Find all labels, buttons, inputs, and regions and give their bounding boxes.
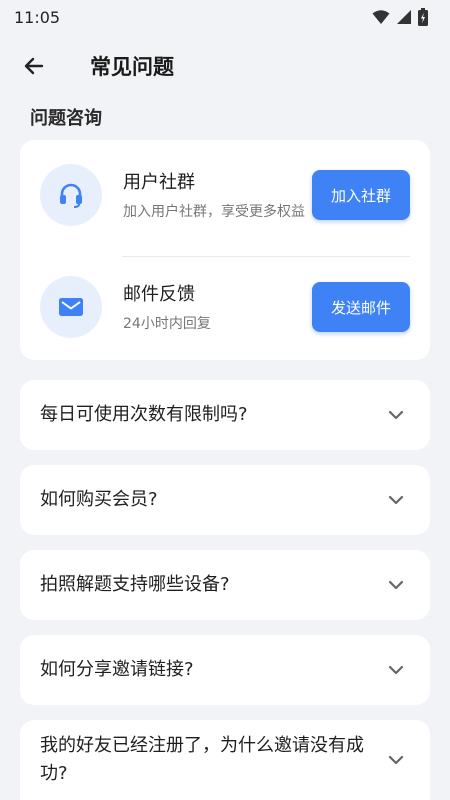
chevron-down-icon [386, 405, 406, 425]
faq-item-supported-devices[interactable]: 拍照解题支持哪些设备? [20, 550, 430, 620]
status-icons [372, 8, 428, 26]
email-subtitle: 24小时内回复 [123, 316, 211, 332]
signal-icon [397, 10, 411, 24]
community-subtitle: 加入用户社群，享受更多权益 [123, 204, 305, 220]
chevron-down-icon [386, 660, 406, 680]
section-title: 问题咨询 [30, 108, 102, 129]
contact-row-community: 用户社群 加入用户社群，享受更多权益 加入社群 [20, 140, 430, 250]
status-time: 11:05 [14, 7, 61, 27]
back-button[interactable] [14, 46, 54, 86]
email-icon-wrapper [40, 276, 102, 338]
mail-icon [59, 298, 83, 316]
join-community-button[interactable]: 加入社群 [312, 170, 410, 220]
contact-card: 用户社群 加入用户社群，享受更多权益 加入社群 邮件反馈 24小时内回复 发送邮… [20, 140, 430, 360]
page-title: 常见问题 [90, 55, 174, 79]
chevron-down-icon [386, 575, 406, 595]
send-email-button[interactable]: 发送邮件 [312, 282, 410, 332]
arrow-left-icon [24, 57, 44, 75]
community-texts: 用户社群 加入用户社群，享受更多权益 [123, 168, 313, 222]
chevron-down-icon [386, 750, 406, 770]
faq-item-daily-limit[interactable]: 每日可使用次数有限制吗? [20, 380, 430, 450]
faq-item-invite-failed[interactable]: 我的好友已经注册了，为什么邀请没有成功? [20, 720, 430, 800]
faq-question: 我的好友已经注册了，为什么邀请没有成功? [40, 735, 364, 784]
chevron-down-icon [386, 490, 406, 510]
faq-question: 如何分享邀请链接? [40, 659, 194, 680]
faq-question: 拍照解题支持哪些设备? [40, 574, 230, 595]
wifi-icon [372, 10, 390, 24]
headset-icon [60, 183, 82, 208]
faq-question: 如何购买会员? [40, 489, 158, 510]
status-bar: 11:05 [0, 0, 450, 34]
email-title: 邮件反馈 [123, 284, 195, 305]
faq-item-share-invite[interactable]: 如何分享邀请链接? [20, 635, 430, 705]
faq-item-buy-membership[interactable]: 如何购买会员? [20, 465, 430, 535]
community-title: 用户社群 [123, 172, 195, 193]
email-texts: 邮件反馈 24小时内回复 [123, 280, 313, 334]
app-bar: 常见问题 [0, 34, 450, 98]
community-icon-wrapper [40, 164, 102, 226]
battery-icon [418, 8, 428, 26]
contact-row-email: 邮件反馈 24小时内回复 发送邮件 [20, 254, 430, 360]
faq-question: 每日可使用次数有限制吗? [40, 404, 248, 425]
